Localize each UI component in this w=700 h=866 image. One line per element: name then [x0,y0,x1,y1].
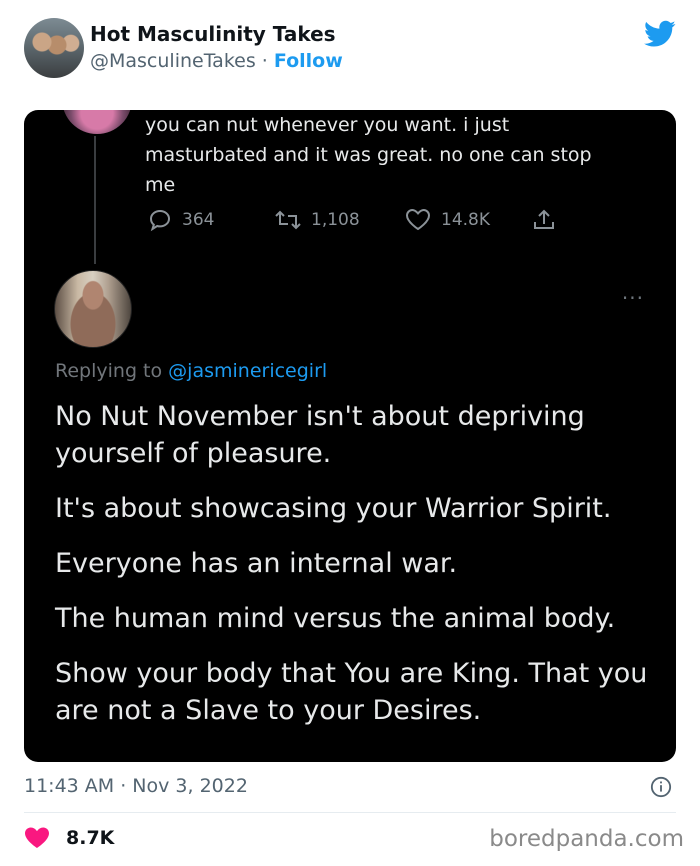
retweet-action: 1,108 [275,205,360,235]
twitter-bird-icon[interactable] [644,20,676,48]
reply-author-avatar [54,270,132,348]
like-count-total: 8.7K [66,827,115,849]
retweet-count: 1,108 [311,210,360,230]
reply-action: 364 [148,205,214,235]
previous-tweet-avatar [62,110,132,134]
like-row[interactable]: 8.7K [24,826,114,850]
previous-tweet-line: me [145,174,176,196]
more-options-icon: ··· [621,286,644,310]
reply-icon [149,209,171,232]
heart-outline-icon [405,208,431,231]
info-icon[interactable] [650,776,672,798]
reply-paragraph: No Nut November isn't about depriving yo… [55,401,585,469]
share-action [532,205,556,235]
like-action: 14.8K [405,205,490,235]
account-name[interactable]: Hot Masculinity Takes [90,22,336,46]
replying-mention: @jasminericegirl [168,360,328,382]
replying-prefix: Replying to [55,360,163,382]
reply-paragraph: Everyone has an internal war. [55,548,458,579]
tweet-timestamp[interactable]: 11:43 AM · Nov 3, 2022 [24,775,248,797]
account-handle[interactable]: @MasculineTakes [90,50,256,72]
reply-count: 364 [182,210,215,230]
tweet-header: Hot Masculinity Takes @MasculineTakes · … [24,18,684,82]
heart-icon[interactable] [24,826,50,850]
account-avatar[interactable] [24,18,84,78]
follow-button[interactable]: Follow [274,50,343,72]
reply-paragraph: Show your body that You are King. That y… [55,658,648,726]
previous-tweet-text: you can nut whenever you want. i just ma… [145,110,655,200]
boredpanda-watermark: boredpanda.com [489,826,684,852]
separator: · [261,50,268,72]
footer-divider [24,812,676,813]
previous-tweet-line: masturbated and it was great. no one can… [145,144,592,166]
reply-tweet-text: No Nut November isn't about depriving yo… [55,398,655,747]
reply-paragraph: It's about showcasing your Warrior Spiri… [55,493,612,524]
like-count: 14.8K [441,210,490,230]
replying-to-line: Replying to @jasminericegirl [55,360,327,382]
thread-connector-line [94,136,96,264]
handle-row: @MasculineTakes · Follow [90,50,343,72]
previous-tweet-actions: 364 1,108 14.8K [144,205,564,235]
previous-tweet-line: you can nut whenever you want. i just [145,114,510,136]
retweet-icon [275,210,301,230]
share-icon [534,209,554,229]
embedded-screenshot: you can nut whenever you want. i just ma… [24,110,676,762]
tweet-embed-card: Hot Masculinity Takes @MasculineTakes · … [0,0,700,866]
reply-paragraph: The human mind versus the animal body. [55,603,616,634]
